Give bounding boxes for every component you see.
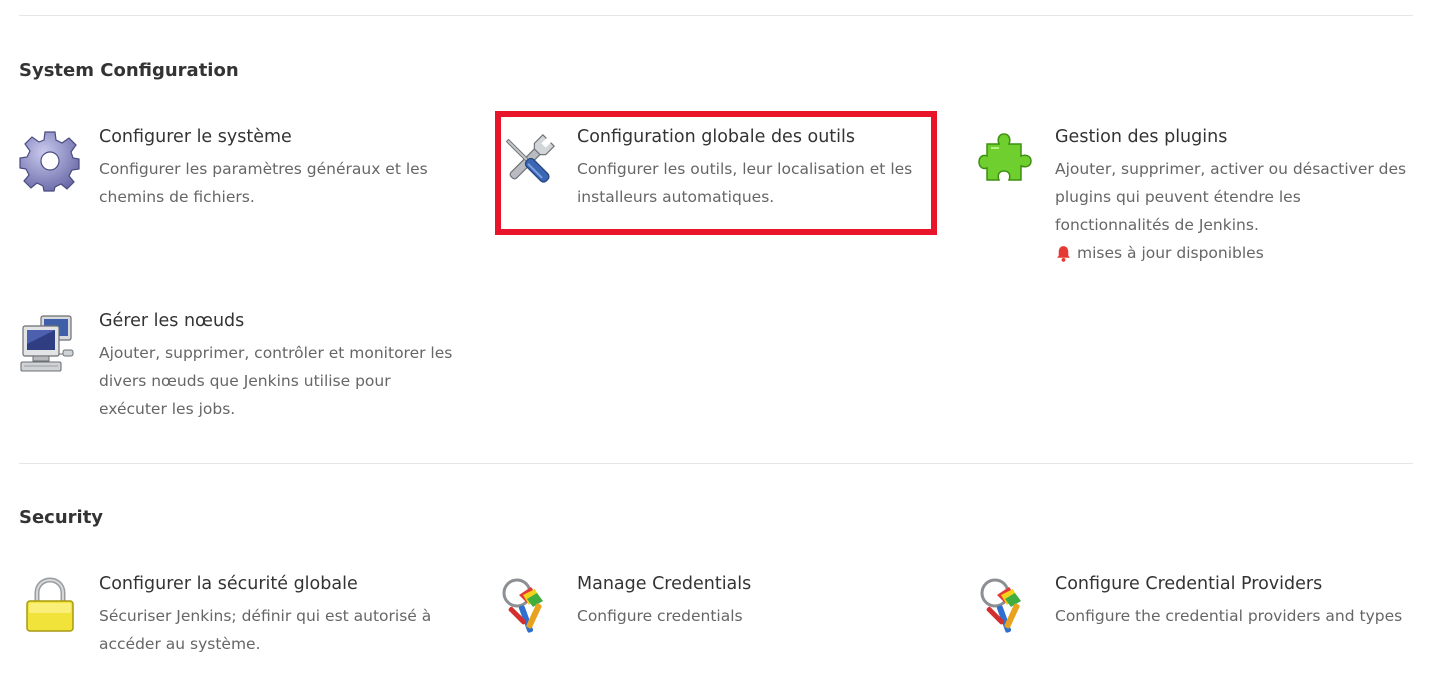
top-divider [19,15,1413,16]
configure-system-description: Configurer les paramètres généraux et le… [99,160,428,206]
updates-available-text: mises à jour disponibles [1077,244,1264,262]
keys-icon [497,577,559,639]
nodes-link[interactable]: Gérer les nœuds [99,308,459,334]
credentials-link[interactable]: Manage Credentials [577,571,937,597]
section-title-system-configuration: System Configuration [19,60,239,81]
puzzle-icon [975,130,1037,192]
credentials-description: Configure credentials [577,607,743,625]
plugins-link[interactable]: Gestion des plugins [1055,124,1415,150]
computer-icon [19,314,81,376]
plugins-description: Ajouter, supprimer, activer ou désactive… [1055,160,1407,234]
highlight-box [495,111,937,235]
configure-system-link[interactable]: Configurer le système [99,124,459,150]
credential-providers-link[interactable]: Configure Credential Providers [1055,571,1415,597]
updates-available-notice[interactable]: mises à jour disponibles [1055,239,1415,267]
credential-providers-description: Configure the credential providers and t… [1055,607,1403,625]
section-divider [19,463,1413,464]
gear-icon [19,130,81,192]
section-title-security: Security [19,507,104,528]
global-security-description: Sécuriser Jenkins; définir qui est autor… [99,607,432,653]
bell-icon [1057,245,1070,262]
keys-icon [975,577,1037,639]
global-security-link[interactable]: Configurer la sécurité globale [99,571,459,597]
nodes-description: Ajouter, supprimer, contrôler et monitor… [99,344,453,418]
lock-icon [19,577,81,639]
